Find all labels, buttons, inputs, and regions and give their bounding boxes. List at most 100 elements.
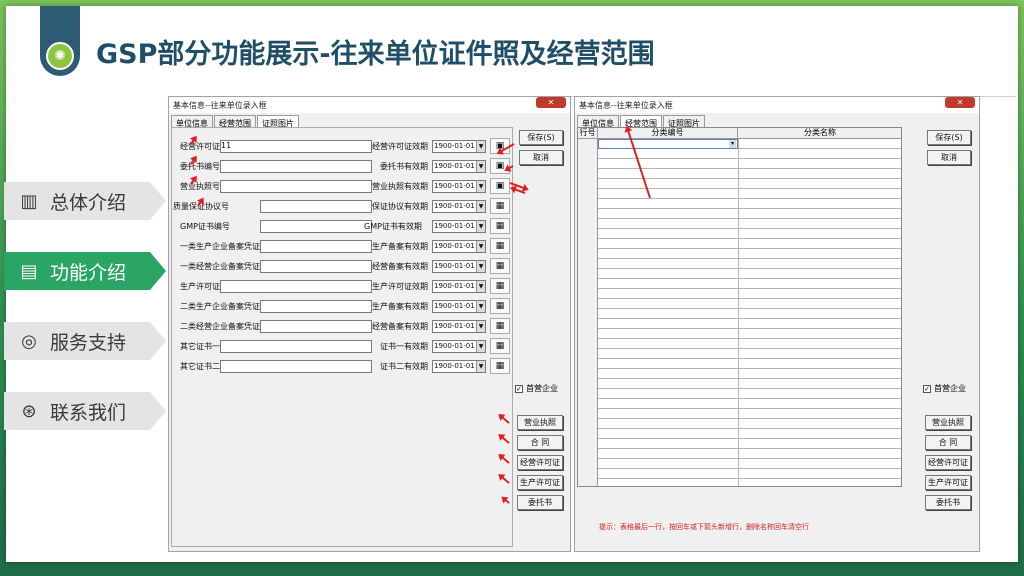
barcode-icon[interactable]: ▦ — [490, 338, 510, 354]
expiry-date-picker[interactable]: 1900-01-01 ▼ — [432, 240, 486, 253]
certificate-number-input[interactable] — [260, 200, 372, 213]
table-row[interactable] — [578, 469, 901, 479]
chevron-down-icon[interactable]: ▼ — [476, 341, 485, 352]
document-button-4[interactable]: 委托书 — [925, 495, 971, 510]
table-row[interactable] — [578, 459, 901, 469]
chevron-down-icon[interactable]: ▼ — [476, 261, 485, 272]
certificate-number-input[interactable] — [260, 260, 372, 273]
table-row[interactable] — [578, 179, 901, 189]
chevron-down-icon[interactable]: ▼ — [476, 281, 485, 292]
table-row[interactable] — [578, 409, 901, 419]
save-button[interactable]: 保存(S) — [519, 130, 563, 145]
table-row[interactable] — [578, 389, 901, 399]
table-row[interactable] — [578, 349, 901, 359]
certificate-image-icon[interactable]: ▣ — [490, 178, 510, 194]
cancel-button[interactable]: 取消 — [927, 150, 971, 165]
certificate-number-input[interactable] — [260, 240, 372, 253]
close-icon[interactable]: ✕ — [945, 97, 975, 108]
certificate-number-input[interactable] — [260, 320, 372, 333]
expiry-date-picker[interactable]: 1900-01-01 ▼ — [432, 140, 486, 153]
table-row[interactable] — [578, 229, 901, 239]
chevron-down-icon[interactable]: ▼ — [476, 181, 485, 192]
document-button-1[interactable]: 合 同 — [925, 435, 971, 450]
chevron-down-icon[interactable]: ▼ — [476, 161, 485, 172]
table-row[interactable] — [578, 419, 901, 429]
table-row[interactable] — [578, 429, 901, 439]
nav-item[interactable]: ⊛ 联系我们 — [4, 392, 166, 430]
first-business-checkbox[interactable]: ✓ 首营企业 — [923, 383, 966, 394]
expiry-date-picker[interactable]: 1900-01-01 ▼ — [432, 280, 486, 293]
certificate-number-input[interactable] — [220, 280, 372, 293]
chevron-down-icon[interactable]: ▼ — [476, 141, 485, 152]
nav-item[interactable]: ▤ 功能介绍 — [4, 252, 166, 290]
barcode-icon[interactable]: ▦ — [490, 198, 510, 214]
table-row[interactable] — [578, 369, 901, 379]
barcode-icon[interactable]: ▦ — [490, 218, 510, 234]
table-row[interactable] — [578, 449, 901, 459]
document-button-3[interactable]: 生产许可证 — [925, 475, 971, 490]
checkbox-box[interactable]: ✓ — [515, 384, 523, 393]
chevron-down-icon[interactable]: ▾ — [729, 140, 736, 148]
table-row[interactable] — [578, 149, 901, 159]
table-row[interactable] — [578, 279, 901, 289]
table-row[interactable] — [578, 239, 901, 249]
document-button-3[interactable]: 生产许可证 — [517, 475, 563, 490]
first-business-checkbox[interactable]: ✓ 首营企业 — [515, 383, 558, 394]
certificate-number-input[interactable]: 11 — [220, 140, 372, 153]
expiry-date-picker[interactable]: 1900-01-01 ▼ — [432, 300, 486, 313]
certificate-number-input[interactable] — [260, 300, 372, 313]
certificate-number-input[interactable] — [260, 220, 372, 233]
table-row[interactable] — [578, 399, 901, 409]
document-button-4[interactable]: 委托书 — [517, 495, 563, 510]
table-row[interactable] — [578, 219, 901, 229]
nav-item[interactable]: ▥ 总体介绍 — [4, 182, 166, 220]
expiry-date-picker[interactable]: 1900-01-01 ▼ — [432, 340, 486, 353]
table-row[interactable] — [578, 159, 901, 169]
table-row[interactable] — [578, 189, 901, 199]
certificate-number-input[interactable] — [220, 180, 372, 193]
expiry-date-picker[interactable]: 1900-01-01 ▼ — [432, 220, 486, 233]
table-row[interactable] — [578, 289, 901, 299]
chevron-down-icon[interactable]: ▼ — [476, 361, 485, 372]
barcode-icon[interactable]: ▦ — [490, 298, 510, 314]
expiry-date-picker[interactable]: 1900-01-01 ▼ — [432, 200, 486, 213]
nav-item[interactable]: ◎ 服务支持 — [4, 322, 166, 360]
cancel-button[interactable]: 取消 — [519, 150, 563, 165]
save-button[interactable]: 保存(S) — [927, 130, 971, 145]
table-row[interactable] — [578, 299, 901, 309]
document-button-1[interactable]: 合 同 — [517, 435, 563, 450]
chevron-down-icon[interactable]: ▼ — [476, 221, 485, 232]
document-button-0[interactable]: 营业执照 — [517, 415, 563, 430]
table-row[interactable] — [578, 439, 901, 449]
table-row[interactable] — [578, 309, 901, 319]
table-row[interactable] — [578, 319, 901, 329]
table-row[interactable] — [578, 359, 901, 369]
table-row[interactable] — [578, 339, 901, 349]
barcode-icon[interactable]: ▦ — [490, 318, 510, 334]
chevron-down-icon[interactable]: ▼ — [476, 301, 485, 312]
document-button-2[interactable]: 经营许可证 — [925, 455, 971, 470]
table-row[interactable] — [578, 259, 901, 269]
expiry-date-picker[interactable]: 1900-01-01 ▼ — [432, 320, 486, 333]
table-row[interactable] — [578, 269, 901, 279]
document-button-2[interactable]: 经营许可证 — [517, 455, 563, 470]
table-row[interactable] — [578, 249, 901, 259]
barcode-icon[interactable]: ▦ — [490, 238, 510, 254]
certificate-number-input[interactable] — [220, 160, 372, 173]
business-scope-grid[interactable]: 行号 分类编号 分类名称 ▾ — [577, 127, 902, 487]
expiry-date-picker[interactable]: 1900-01-01 ▼ — [432, 180, 486, 193]
checkbox-box[interactable]: ✓ — [923, 384, 931, 393]
barcode-icon[interactable]: ▦ — [490, 278, 510, 294]
expiry-date-picker[interactable]: 1900-01-01 ▼ — [432, 160, 486, 173]
barcode-icon[interactable]: ▦ — [490, 258, 510, 274]
chevron-down-icon[interactable]: ▼ — [476, 321, 485, 332]
expiry-date-picker[interactable]: 1900-01-01 ▼ — [432, 260, 486, 273]
table-row[interactable] — [578, 199, 901, 209]
barcode-icon[interactable]: ▦ — [490, 358, 510, 374]
table-row[interactable] — [578, 379, 901, 389]
table-row[interactable] — [578, 169, 901, 179]
document-button-0[interactable]: 营业执照 — [925, 415, 971, 430]
certificate-number-input[interactable] — [220, 340, 372, 353]
certificate-number-input[interactable] — [220, 360, 372, 373]
table-row[interactable] — [578, 209, 901, 219]
